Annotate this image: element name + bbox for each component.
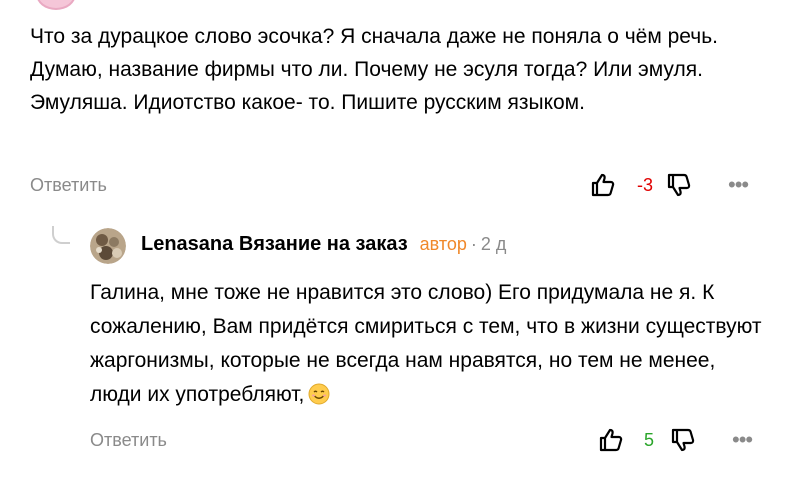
thumbs-up-icon[interactable] [596, 425, 626, 455]
previous-avatar[interactable] [36, 0, 76, 10]
smiling-face-emoji [308, 382, 330, 405]
reply-header: Lenasana Вязание на заказ автор · 2 д [141, 233, 506, 256]
reply-time[interactable]: 2 д [481, 234, 507, 255]
comment-score: -3 [636, 174, 653, 195]
reply-text-block: Галина, мне тоже не нравится это слово) … [90, 276, 770, 412]
reply-button-2[interactable]: Ответить [90, 430, 167, 451]
author-name[interactable]: Lenasana Вязание на заказ [141, 233, 408, 256]
thread-connector [52, 226, 70, 244]
more-dots-icon[interactable]: ••• [732, 429, 753, 451]
comment-text: Что за дурацкое слово эсочка? Я сначала … [30, 25, 718, 114]
reply-score: 5 [643, 429, 654, 450]
reply-text: Галина, мне тоже не нравится это слово) … [90, 281, 762, 406]
reply-actions: 5 ••• [596, 425, 753, 455]
separator-dot: · [470, 234, 477, 254]
comment-actions: -3 ••• [588, 170, 749, 200]
thumbs-down-icon[interactable] [664, 170, 694, 200]
author-avatar[interactable] [90, 228, 126, 264]
author-badge: автор [419, 234, 467, 254]
reply-button[interactable]: Ответить [30, 175, 107, 196]
thumbs-up-icon[interactable] [588, 170, 618, 200]
thumbs-down-icon[interactable] [668, 425, 698, 455]
more-dots-icon[interactable]: ••• [728, 174, 749, 196]
